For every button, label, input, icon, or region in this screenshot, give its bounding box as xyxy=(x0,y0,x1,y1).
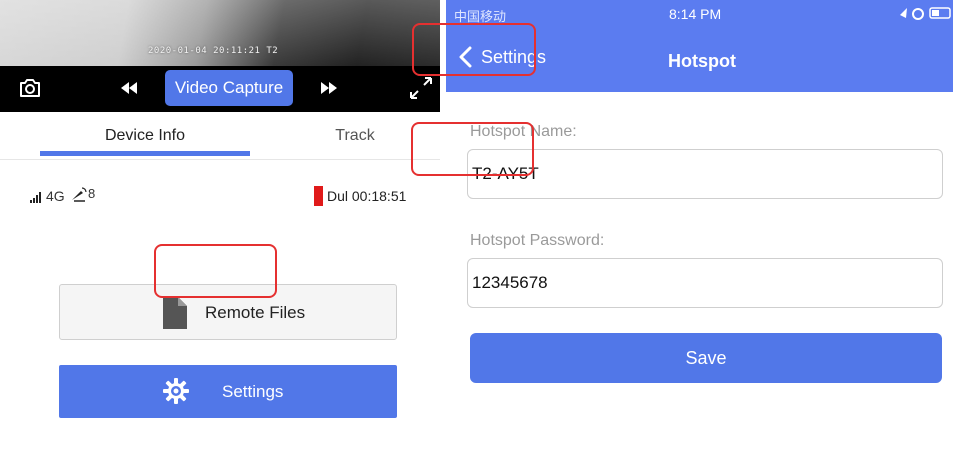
hotspot-name-input[interactable]: T2-AY5T xyxy=(467,149,943,199)
battery-icon xyxy=(898,6,952,20)
settings-label: Settings xyxy=(222,382,284,401)
hotspot-password-input[interactable]: 12345678 xyxy=(467,258,943,308)
save-button[interactable]: Save xyxy=(470,333,942,383)
highlight-box xyxy=(412,23,536,76)
active-tab-indicator xyxy=(40,151,250,156)
recording-status: Dul 00:18:51 xyxy=(327,188,407,204)
ios-status-bar: 中国移动 8:14 PM xyxy=(446,0,953,24)
signal-strength-icon xyxy=(30,190,44,203)
satellite-count: 8 xyxy=(88,186,96,201)
remote-files-label: Remote Files xyxy=(205,303,306,322)
highlight-box xyxy=(154,244,277,298)
camera-icon[interactable] xyxy=(18,76,42,100)
highlight-box xyxy=(411,122,534,176)
status-clock: 8:14 PM xyxy=(669,6,722,22)
page-title: Hotspot xyxy=(668,51,736,71)
file-icon xyxy=(163,297,187,329)
device-status-row: 4G 8 Dul 00:18:51 xyxy=(30,186,430,206)
satellite-icon xyxy=(70,186,88,202)
recording-indicator xyxy=(314,186,323,206)
network-type: 4G xyxy=(46,188,65,204)
video-preview[interactable]: 2020-01-04 20:11:21 T2 Video Capture xyxy=(0,0,440,112)
rewind-icon[interactable] xyxy=(120,77,138,99)
hotspot-password-label: Hotspot Password: xyxy=(470,232,605,249)
video-toolbar: Video Capture xyxy=(0,66,440,112)
fast-forward-icon[interactable] xyxy=(320,77,338,99)
video-shade xyxy=(0,0,440,66)
device-panel: 2020-01-04 20:11:21 T2 Video Capture Dev… xyxy=(0,0,440,465)
gear-icon xyxy=(163,378,189,404)
fullscreen-icon[interactable] xyxy=(405,72,437,104)
video-timestamp: 2020-01-04 20:11:21 T2 xyxy=(148,46,279,56)
settings-button[interactable]: Settings xyxy=(59,365,397,418)
video-capture-button[interactable]: Video Capture xyxy=(165,70,293,106)
